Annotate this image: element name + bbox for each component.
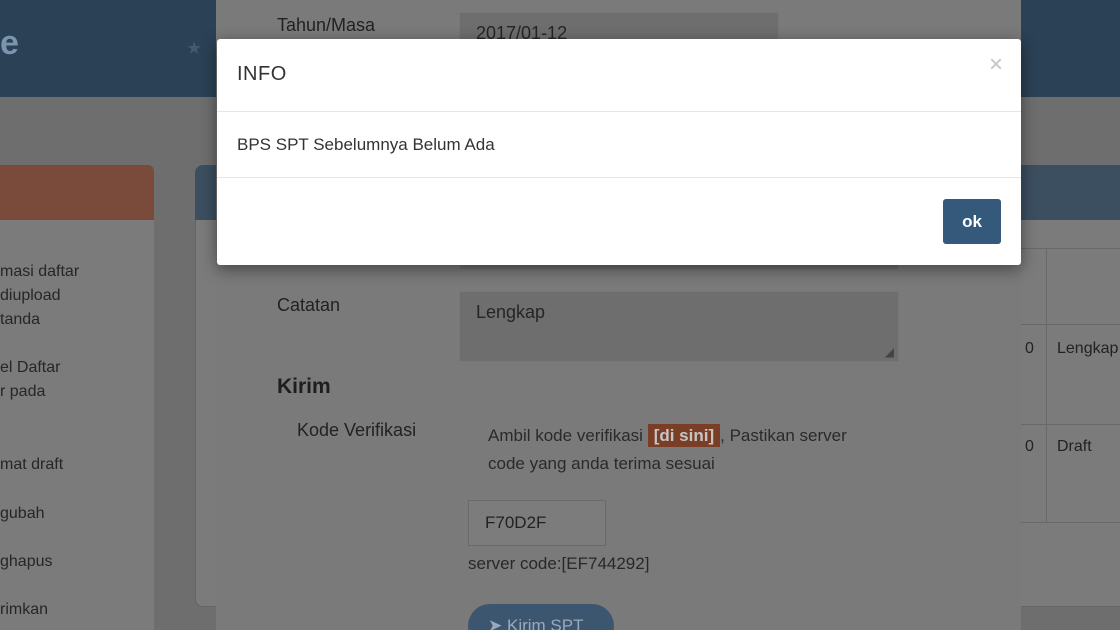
ok-button[interactable]: ok <box>943 199 1001 244</box>
sidebar-text-line: masi daftar <box>0 263 80 280</box>
sidebar-text-line: diupload <box>0 287 61 304</box>
catatan-value: Lengkap <box>476 302 546 322</box>
kirim-spt-button[interactable]: ➤ Kirim SPT <box>468 604 614 630</box>
table-divider <box>1021 522 1120 523</box>
sidebar-text-line: ghapus <box>0 553 53 570</box>
catatan-textarea[interactable]: Lengkap ◢ <box>459 291 899 362</box>
table-cell: 0 <box>1025 438 1034 455</box>
left-panel-header <box>0 165 154 220</box>
kirim-spt-label: Kirim SPT <box>506 616 584 630</box>
table-divider <box>1046 248 1047 522</box>
table-divider <box>1021 324 1120 325</box>
sidebar-text-line: mat draft <box>0 456 64 473</box>
server-code-text: server code:[EF744292] <box>468 554 650 573</box>
sidebar-text-line: tanda <box>0 311 41 328</box>
resize-grip-icon[interactable]: ◢ <box>885 345 894 359</box>
info-modal: INFO × BPS SPT Sebelumnya Belum Ada ok <box>217 39 1021 265</box>
modal-title: INFO <box>237 63 287 85</box>
verif-text-before: Ambil kode verifikasi <box>488 426 643 445</box>
sidebar-text-line: gubah <box>0 505 45 522</box>
star-icon: ★ <box>186 38 203 58</box>
brand-logo-text: e <box>0 24 19 62</box>
modal-body: BPS SPT Sebelumnya Belum Ada <box>217 112 1021 178</box>
kirim-section-title: Kirim <box>277 375 331 398</box>
modal-header: INFO × <box>217 39 1021 112</box>
verification-instructions: Ambil kode verifikasi [di sini], Pastika… <box>488 422 868 478</box>
table-cell: 0 <box>1025 340 1034 357</box>
tahun-masa-label: Tahun/Masa <box>277 15 376 35</box>
table-cell-status: Draft <box>1057 438 1092 455</box>
kode-verifikasi-label: Kode Verifikasi <box>297 420 417 440</box>
verification-code-value: F70D2F <box>485 513 547 532</box>
modal-message: BPS SPT Sebelumnya Belum Ada <box>237 135 495 154</box>
close-icon[interactable]: × <box>989 53 1003 77</box>
sidebar-text-line: el Daftar <box>0 359 61 376</box>
table-cell-status: Lengkap <box>1057 340 1119 357</box>
table-divider <box>1021 248 1120 249</box>
sidebar-text-line: r pada <box>0 383 46 400</box>
sidebar-text-line: rimkan <box>0 601 49 618</box>
table-divider <box>1021 424 1120 425</box>
di-sini-link[interactable]: [di sini] <box>647 424 721 447</box>
verification-code-input[interactable]: F70D2F <box>468 500 606 546</box>
paper-plane-icon: ➤ <box>488 616 503 630</box>
catatan-label: Catatan <box>277 295 341 315</box>
